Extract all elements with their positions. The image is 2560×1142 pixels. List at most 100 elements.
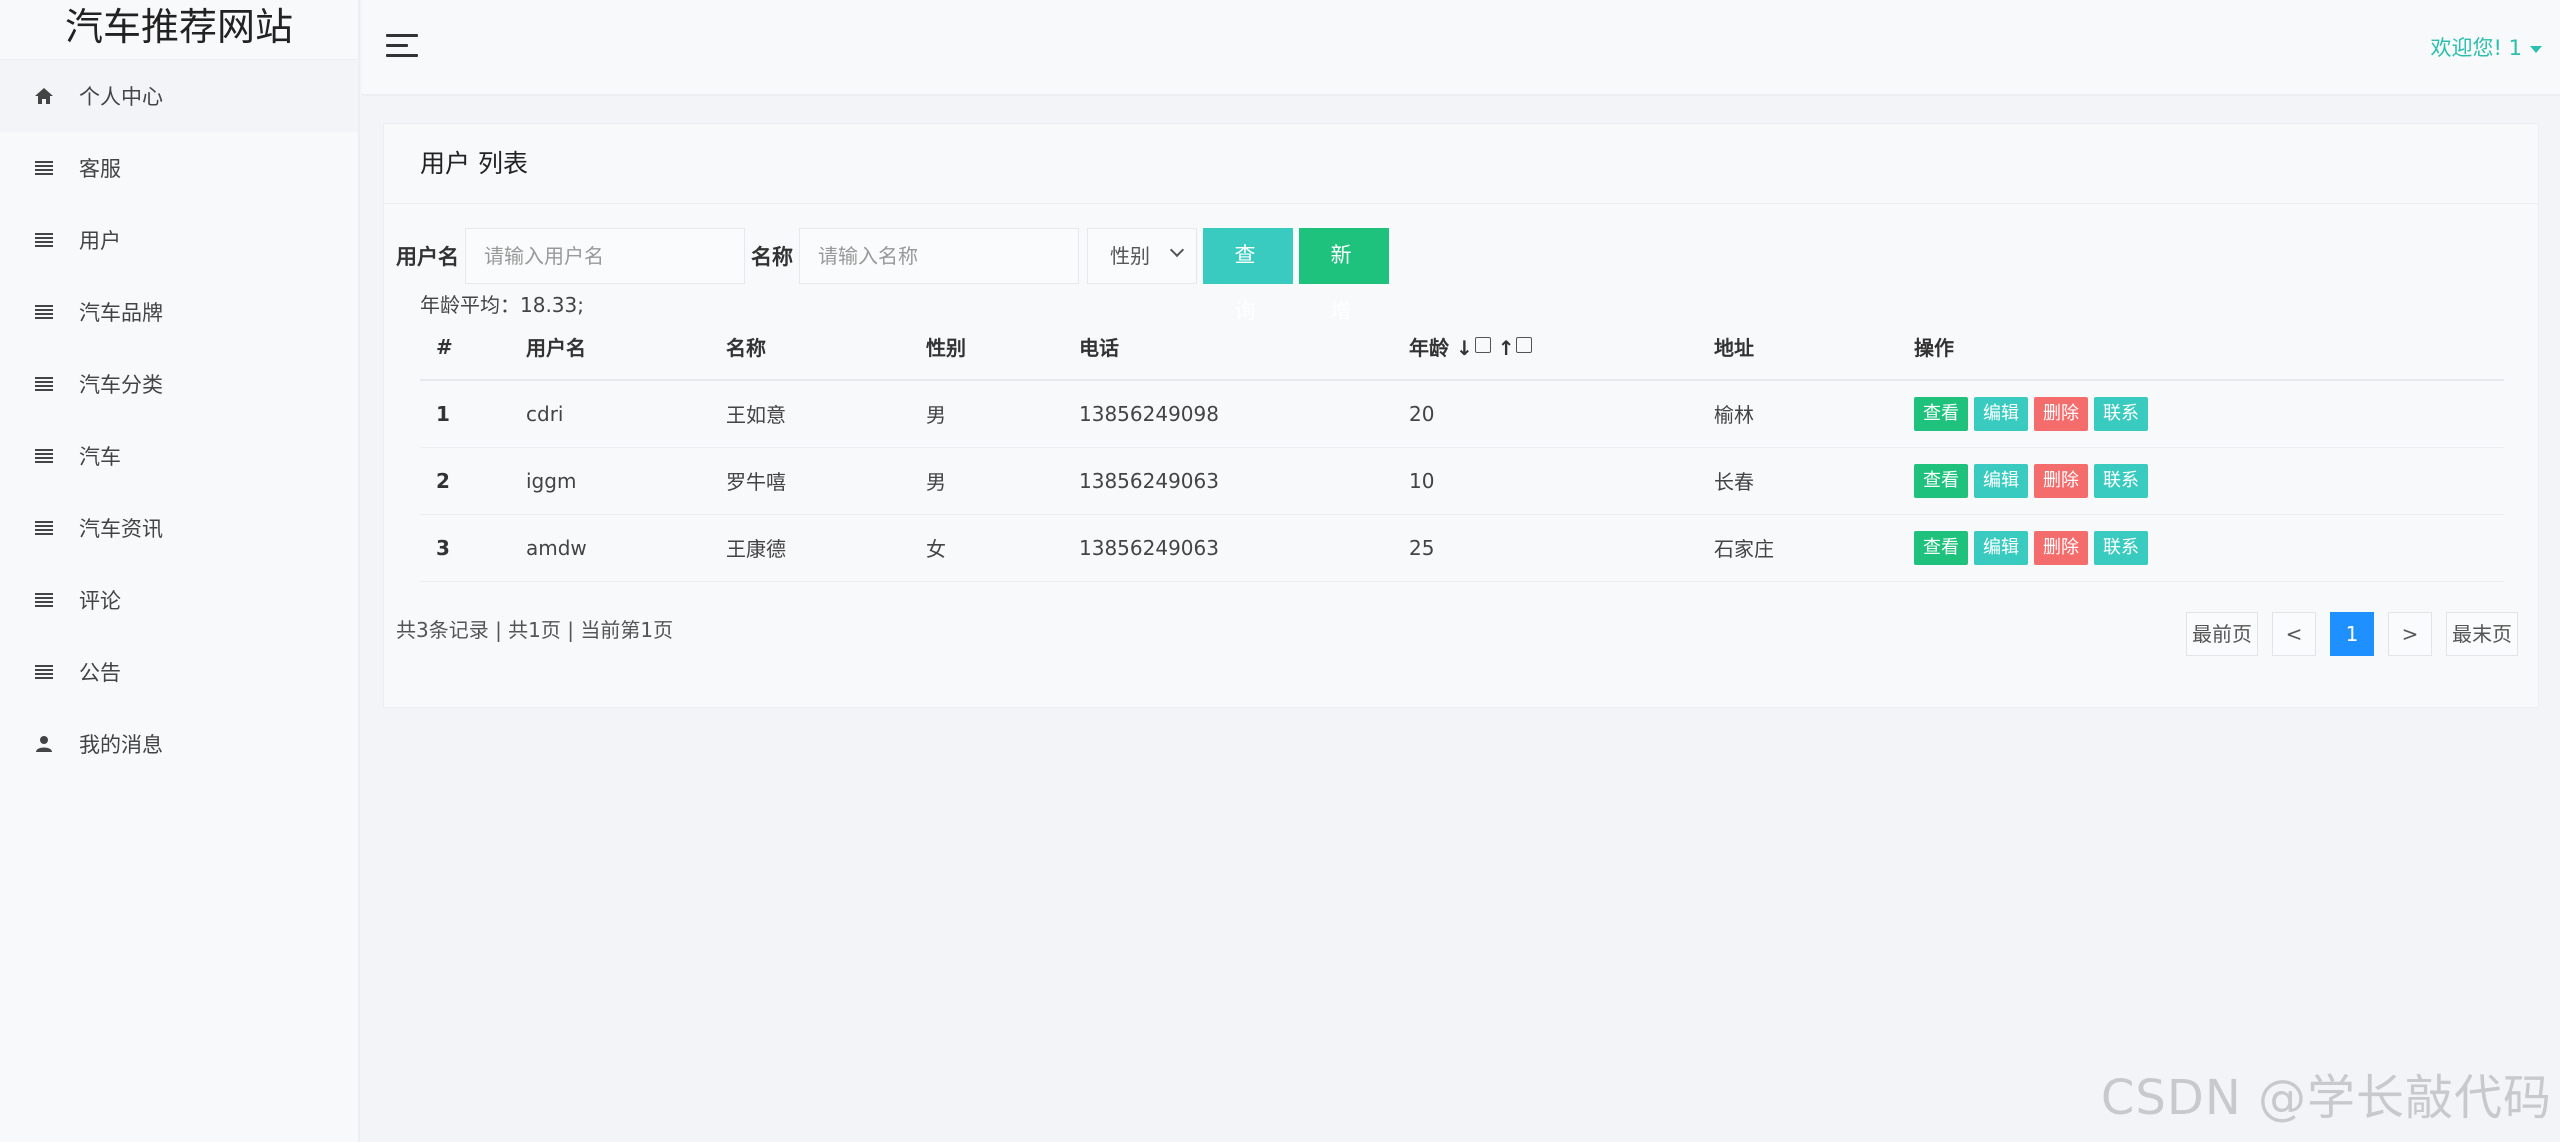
cell-actions: 查看 编辑 删除 联系 xyxy=(1898,380,2504,448)
edit-button[interactable]: 编辑 xyxy=(1974,530,2028,565)
sidebar-item-car-brand[interactable]: 汽车品牌 xyxy=(0,276,358,348)
list-icon xyxy=(34,158,54,178)
cell-index: 1 xyxy=(420,380,510,448)
list-icon xyxy=(34,518,54,538)
sidebar-item-service[interactable]: 客服 xyxy=(0,132,358,204)
home-icon xyxy=(34,86,54,106)
table-header-row: # 用户名 名称 性别 电话 年龄 ↓ ↑ 地址 操作 xyxy=(420,314,2504,381)
user-menu[interactable]: 欢迎您! 1 xyxy=(2431,32,2542,62)
col-gender: 性别 xyxy=(910,314,1063,381)
table-row: 3 amdw 王康德 女 13856249063 25 石家庄 查看 编辑 删除 联系 xyxy=(420,514,2504,582)
cell-phone: 13856249098 xyxy=(1063,380,1393,448)
cell-phone: 13856249063 xyxy=(1063,447,1393,515)
view-button[interactable]: 查看 xyxy=(1914,396,1968,431)
col-name: 名称 xyxy=(710,314,910,381)
sidebar-item-car-news[interactable]: 汽车资讯 xyxy=(0,492,358,564)
contact-button[interactable]: 联系 xyxy=(2094,463,2148,498)
gender-select[interactable]: 性别 xyxy=(1087,228,1197,284)
cell-username: amdw xyxy=(510,514,710,582)
sidebar-item-car-category[interactable]: 汽车分类 xyxy=(0,348,358,420)
first-page-button[interactable]: 最前页 xyxy=(2186,612,2258,656)
gender-select-value: 性别 xyxy=(1110,244,1150,268)
edit-button[interactable]: 编辑 xyxy=(1974,396,2028,431)
col-age-label: 年龄 ↓ xyxy=(1409,336,1473,360)
sidebar-item-users[interactable]: 用户 xyxy=(0,204,358,276)
prev-page-button[interactable]: < xyxy=(2272,612,2316,656)
col-actions: 操作 xyxy=(1898,314,2504,381)
cell-actions: 查看 编辑 删除 联系 xyxy=(1898,447,2504,515)
delete-button[interactable]: 删除 xyxy=(2034,530,2088,565)
col-index: # xyxy=(420,314,510,381)
name-label: 名称 xyxy=(751,245,793,269)
cell-name: 王康德 xyxy=(710,514,910,582)
user-list-card: 用户 列表 用户名 请输入用户名 名称 请输入名称 性别 查 询 新 增 年龄平… xyxy=(383,123,2539,708)
delete-button[interactable]: 删除 xyxy=(2034,396,2088,431)
sidebar-item-comments[interactable]: 评论 xyxy=(0,564,358,636)
menu-toggle-icon[interactable] xyxy=(386,34,418,58)
col-username: 用户名 xyxy=(510,314,710,381)
sort-desc-checkbox[interactable] xyxy=(1474,337,1491,353)
cell-username: iggm xyxy=(510,447,710,515)
contact-button[interactable]: 联系 xyxy=(2094,530,2148,565)
list-icon xyxy=(34,446,54,466)
cell-username: cdri xyxy=(510,380,710,448)
current-page-button[interactable]: 1 xyxy=(2330,612,2374,656)
records-summary: 共3条记录 | 共1页 | 当前第1页 xyxy=(396,618,674,642)
table-row: 1 cdri 王如意 男 13856249098 20 榆林 查看 编辑 删除 联系 xyxy=(420,380,2504,448)
cell-age: 25 xyxy=(1393,514,1698,582)
view-button[interactable]: 查看 xyxy=(1914,530,1968,565)
sidebar-item-label: 汽车 xyxy=(79,445,121,469)
last-page-button[interactable]: 最末页 xyxy=(2446,612,2518,656)
cell-gender: 女 xyxy=(910,514,1063,582)
contact-button[interactable]: 联系 xyxy=(2094,396,2148,431)
cell-address: 石家庄 xyxy=(1698,514,1898,582)
sidebar-item-announcements[interactable]: 公告 xyxy=(0,636,358,708)
cell-age: 20 xyxy=(1393,380,1698,448)
edit-button[interactable]: 编辑 xyxy=(1974,463,2028,498)
brand-title: 汽车推荐网站 xyxy=(0,0,358,60)
list-icon xyxy=(34,662,54,682)
cell-age: 10 xyxy=(1393,447,1698,515)
cell-gender: 男 xyxy=(910,447,1063,515)
chevron-down-icon xyxy=(1169,242,1185,258)
cell-phone: 13856249063 xyxy=(1063,514,1393,582)
cell-index: 2 xyxy=(420,447,510,515)
page-title: 用户 列表 xyxy=(384,124,2538,204)
sidebar-item-label: 我的消息 xyxy=(79,733,163,757)
view-button[interactable]: 查看 xyxy=(1914,463,1968,498)
table-row: 2 iggm 罗牛嘻 男 13856249063 10 长春 查看 编辑 删除 联系 xyxy=(420,447,2504,515)
cell-gender: 男 xyxy=(910,380,1063,448)
username-search-input[interactable]: 请输入用户名 xyxy=(465,228,745,284)
sidebar-item-label: 汽车品牌 xyxy=(79,301,163,325)
cell-name: 罗牛嘻 xyxy=(710,447,910,515)
sidebar-item-label: 客服 xyxy=(79,157,121,181)
col-phone: 电话 xyxy=(1063,314,1393,381)
list-icon xyxy=(34,374,54,394)
name-search-input[interactable]: 请输入名称 xyxy=(799,228,1079,284)
list-icon xyxy=(34,230,54,250)
delete-button[interactable]: 删除 xyxy=(2034,463,2088,498)
cell-actions: 查看 编辑 删除 联系 xyxy=(1898,514,2504,582)
search-toolbar: 用户名 请输入用户名 名称 请输入名称 性别 查 询 新 增 xyxy=(396,228,1389,323)
sidebar-item-label: 汽车资讯 xyxy=(79,517,163,541)
cell-address: 长春 xyxy=(1698,447,1898,515)
col-age: 年龄 ↓ ↑ xyxy=(1393,314,1698,381)
sidebar-item-label: 汽车分类 xyxy=(79,373,163,397)
sidebar-item-profile[interactable]: 个人中心 xyxy=(0,60,358,132)
list-icon xyxy=(34,590,54,610)
sidebar-item-label: 公告 xyxy=(79,661,121,685)
sidebar-item-messages[interactable]: 我的消息 xyxy=(0,708,358,780)
watermark: CSDN @学长敲代码 xyxy=(2100,1070,2552,1126)
sidebar-item-label: 个人中心 xyxy=(79,85,163,109)
sidebar-item-label: 评论 xyxy=(79,589,121,613)
user-icon xyxy=(34,734,54,754)
list-icon xyxy=(34,302,54,322)
sidebar-item-car[interactable]: 汽车 xyxy=(0,420,358,492)
sort-asc-checkbox[interactable] xyxy=(1516,337,1533,353)
cell-address: 榆林 xyxy=(1698,380,1898,448)
add-button[interactable]: 新 增 xyxy=(1299,228,1389,323)
username-label: 用户名 xyxy=(396,245,459,269)
sidebar-menu: 个人中心 客服 用户 汽车品牌 汽车分类 汽车 汽车资讯 评论 公告 我的消息 xyxy=(0,60,358,780)
query-button[interactable]: 查 询 xyxy=(1203,228,1293,323)
next-page-button[interactable]: > xyxy=(2388,612,2432,656)
